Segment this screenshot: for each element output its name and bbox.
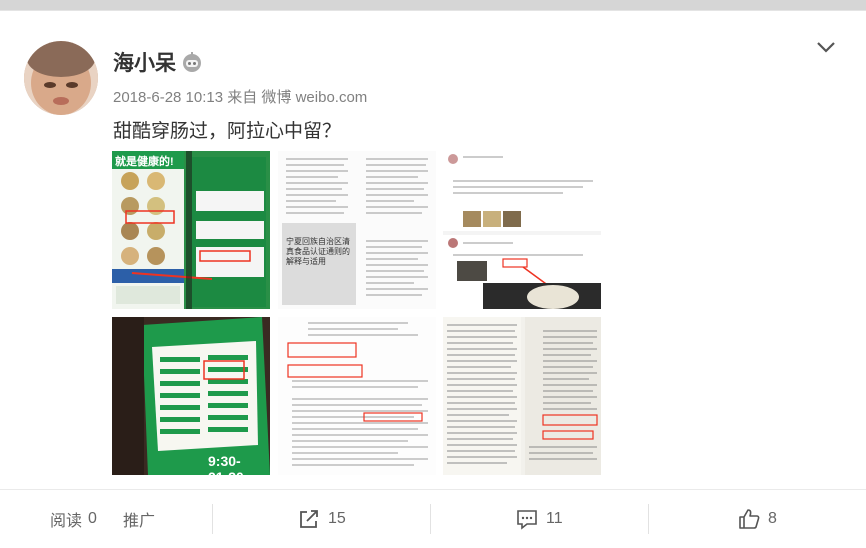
promote-button[interactable]: 推广 (123, 490, 155, 548)
repost-button[interactable]: 15 (298, 490, 346, 548)
document-cover-title: 宁夏回族自治区清真食品认证通则的解释与适用 (286, 237, 350, 266)
post-meta: 2018-6-28 10:13 来自 微博 weibo.com (113, 89, 368, 106)
action-separator (430, 504, 431, 534)
post-image-5[interactable]: 9:30-21:30 (112, 317, 270, 475)
action-bar: 阅读 0 推广 15 11 8 (0, 490, 866, 548)
like-button[interactable]: 8 (738, 490, 777, 548)
like-count: 8 (768, 510, 777, 527)
chevron-down-icon[interactable] (815, 39, 837, 55)
weibo-post-card: 海小呆 2018-6-28 10:13 来自 微博 weibo.com 甜酷穿肠… (0, 10, 866, 548)
promote-label: 推广 (123, 513, 156, 530)
like-icon (739, 509, 760, 529)
post-image-7[interactable] (443, 317, 601, 475)
post-image-6[interactable] (278, 317, 436, 475)
username[interactable]: 海小呆 (113, 47, 176, 77)
post-text: 甜酷穿肠过，阿拉心中留？ (113, 121, 342, 142)
read-count: 阅读 0 (50, 490, 97, 548)
action-separator (212, 504, 213, 534)
repost-count: 15 (328, 510, 346, 527)
post-image-3[interactable] (443, 151, 601, 309)
avatar[interactable] (24, 41, 98, 115)
robot-icon (183, 52, 201, 72)
post-image-1[interactable]: 就是健康的! (112, 151, 270, 309)
action-separator (648, 504, 649, 534)
business-hours: 9:30-21:30 (208, 453, 244, 475)
comment-icon (517, 510, 537, 530)
post-image-2[interactable]: 宁夏回族自治区清真食品认证通则的解释与适用 (278, 151, 436, 309)
repost-icon (300, 510, 318, 528)
menu-title: 就是健康的! (115, 156, 174, 168)
read-count-value: 0 (88, 510, 97, 527)
comment-count: 11 (546, 510, 563, 527)
read-label: 阅读 (50, 513, 83, 530)
comment-button[interactable]: 11 (516, 490, 563, 548)
